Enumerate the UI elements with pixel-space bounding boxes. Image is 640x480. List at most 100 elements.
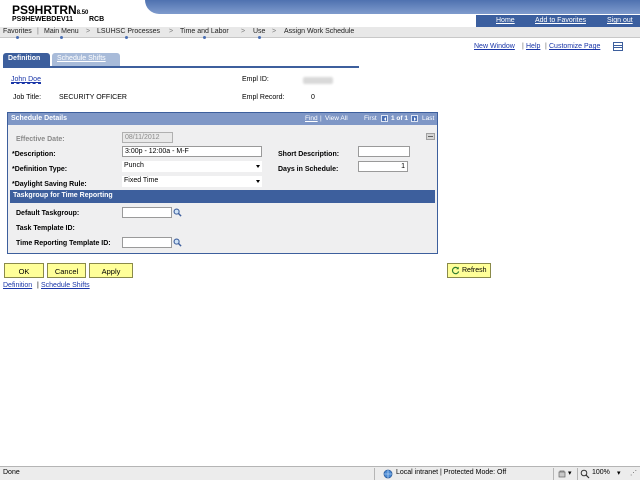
customize-page-link[interactable]: Customize Page (549, 43, 600, 50)
daylight-saving-rule-select[interactable]: Fixed Time (122, 176, 262, 187)
page-link-separator: | (545, 43, 547, 50)
breadcrumb-lsuhsc-processes[interactable]: LSUHSC Processes (97, 28, 160, 35)
delete-row-icon[interactable] (426, 133, 435, 140)
default-taskgroup-label: Default Taskgroup: (16, 210, 80, 217)
database-sub: RCB (89, 16, 105, 23)
job-title-label: Job Title: (13, 94, 42, 101)
system-version: 8.50 (76, 10, 89, 16)
breadcrumb-dropdown-icon (125, 36, 128, 39)
breadcrumb-separator: > (86, 28, 91, 35)
spreadsheet-icon[interactable] (613, 42, 623, 51)
breadcrumb-separator: | (37, 28, 39, 35)
empl-id-value-redacted (303, 77, 333, 84)
empl-record-value: 0 (311, 94, 315, 101)
cancel-button[interactable]: Cancel (47, 263, 86, 278)
empl-id-label: Empl ID: (242, 76, 269, 83)
chevron-down-icon (256, 180, 260, 183)
status-dropdown-icon[interactable]: ▾ (568, 469, 572, 477)
schedule-details-header: Schedule Details Find | View All First 1… (8, 113, 437, 125)
description-field[interactable]: 3:00p - 12:00a - M-F (122, 146, 262, 157)
zoom-level[interactable]: 100% (592, 469, 610, 476)
security-zone-text: Local intranet | Protected Mode: Off (396, 469, 507, 476)
breadcrumb-dropdown-icon (60, 36, 63, 39)
header-banner (145, 0, 640, 14)
breadcrumb-dropdown-icon (258, 36, 261, 39)
daylight-saving-rule-value: Fixed Time (124, 177, 159, 184)
task-template-id-label: Task Template ID: (16, 225, 75, 232)
breadcrumb: Favorites | Main Menu > LSUHSC Processes… (0, 27, 640, 39)
view-all-link[interactable]: View All (325, 115, 348, 122)
lookup-icon[interactable] (173, 238, 182, 247)
refresh-button[interactable]: Refresh (447, 263, 491, 278)
time-reporting-template-field[interactable] (122, 237, 172, 248)
job-title-value: SECURITY OFFICER (59, 94, 127, 101)
days-in-schedule-label: Days in Schedule: (278, 166, 339, 173)
footer-schedule-shifts-link[interactable]: Schedule Shifts (41, 282, 90, 289)
short-description-label: Short Description: (278, 151, 340, 158)
next-row-icon[interactable] (411, 115, 418, 122)
browser-status-bar: Done Local intranet | Protected Mode: Of… (0, 466, 640, 480)
zoom-icon[interactable] (580, 469, 590, 479)
schedule-details-title: Schedule Details (11, 115, 68, 122)
intranet-globe-icon (383, 469, 393, 479)
status-text: Done (3, 469, 20, 476)
protected-mode-icon[interactable] (557, 469, 567, 479)
breadcrumb-time-and-labor[interactable]: Time and Labor (180, 28, 229, 35)
refresh-label: Refresh (462, 267, 487, 274)
database-name: PS9HEWEBDEV11 (12, 16, 74, 23)
description-label: *Description: (12, 151, 56, 158)
lookup-icon[interactable] (173, 208, 182, 217)
resize-grip-icon[interactable]: ⋰ (630, 469, 637, 477)
effective-date-field: 08/11/2012 (122, 132, 173, 143)
definition-type-value: Punch (124, 162, 144, 169)
status-divider (577, 468, 578, 480)
chevron-down-icon (256, 165, 260, 168)
days-in-schedule-field[interactable]: 1 (358, 161, 408, 172)
breadcrumb-assign-work-schedule[interactable]: Assign Work Schedule (284, 28, 354, 35)
ok-button[interactable]: OK (4, 263, 44, 278)
effective-date-label: Effective Date: (16, 136, 65, 143)
previous-row-icon[interactable] (381, 115, 388, 122)
breadcrumb-separator: > (169, 28, 174, 35)
time-reporting-template-label: Time Reporting Template ID: (16, 240, 111, 247)
find-separator: | (320, 115, 322, 122)
short-description-field[interactable] (358, 146, 410, 157)
breadcrumb-favorites[interactable]: Favorites (3, 28, 32, 35)
sign-out-link[interactable]: Sign out (607, 17, 633, 24)
definition-type-select[interactable]: Punch (122, 161, 262, 172)
add-to-favorites-link[interactable]: Add to Favorites (535, 17, 586, 24)
zoom-dropdown-icon[interactable]: ▾ (617, 469, 621, 477)
daylight-saving-rule-label: *Daylight Saving Rule: (12, 181, 87, 188)
row-counter: 1 of 1 (391, 115, 408, 122)
taskgroup-section-header: Taskgroup for Time Reporting (10, 190, 435, 203)
breadcrumb-separator: > (241, 28, 246, 35)
default-taskgroup-field[interactable] (122, 207, 172, 218)
definition-type-label: *Definition Type: (12, 166, 68, 173)
system-title: PS9HRTRN8.50 (12, 3, 89, 17)
refresh-icon (451, 266, 460, 275)
home-link[interactable]: Home (496, 17, 515, 24)
footer-definition-link[interactable]: Definition (3, 282, 32, 289)
first-link[interactable]: First (364, 115, 377, 122)
schedule-details-panel: Schedule Details Find | View All First 1… (7, 112, 438, 254)
tab-schedule-shifts[interactable]: Schedule Shifts (52, 53, 120, 66)
page-link-separator: | (522, 43, 524, 50)
last-link[interactable]: Last (422, 115, 434, 122)
header-bar: PS9HRTRN8.50 PS9HEWEBDEV11 RCB Home Add … (0, 0, 640, 27)
breadcrumb-dropdown-icon (203, 36, 206, 39)
breadcrumb-main-menu[interactable]: Main Menu (44, 28, 79, 35)
breadcrumb-separator: > (272, 28, 277, 35)
new-window-link[interactable]: New Window (474, 43, 515, 50)
status-divider (374, 468, 375, 480)
tab-underline (3, 66, 359, 68)
apply-button[interactable]: Apply (89, 263, 133, 278)
help-link[interactable]: Help (526, 43, 540, 50)
breadcrumb-dropdown-icon (16, 36, 19, 39)
find-link[interactable]: Find (305, 115, 318, 122)
breadcrumb-use[interactable]: Use (253, 28, 265, 35)
tab-definition[interactable]: Definition (3, 53, 50, 66)
status-divider (553, 468, 554, 480)
employee-name-link[interactable]: John Doe (11, 76, 41, 84)
footer-separator: | (37, 282, 39, 289)
empl-record-label: Empl Record: (242, 94, 285, 101)
